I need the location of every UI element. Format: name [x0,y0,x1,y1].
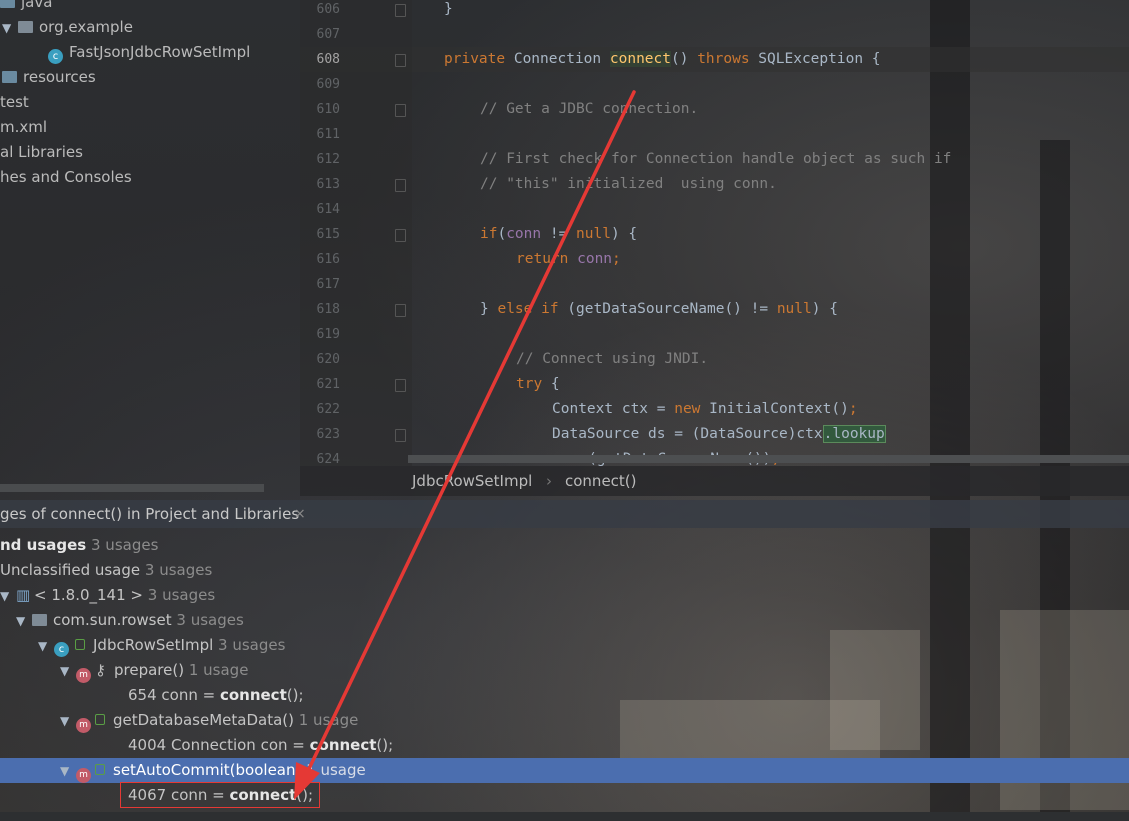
fold-marker-icon[interactable] [395,179,406,192]
class-icon: c [54,642,69,657]
line-number: 608 [316,52,340,67]
fold-marker-icon[interactable] [395,229,406,242]
line-number: 610 [316,102,340,117]
chevron-down-icon[interactable]: ▼ [60,659,76,684]
code-line-622: Context ctx = new InitialContext(); [552,401,858,417]
usage-line-654[interactable]: 654 conn = connect(); [128,683,304,708]
line-number: 606 [316,2,340,17]
code-line-612: // First check for Connection handle obj… [480,151,952,167]
unclassified-usage-row[interactable]: Unclassified usage 3 usages [0,558,212,583]
chevron-down-icon[interactable]: ▼ [60,759,76,784]
line-number: 619 [316,327,340,342]
code-line-621: try { [516,376,560,392]
selected-lookup: .lookup [822,425,886,443]
method-icon: m [76,668,91,683]
line-number: 620 [316,352,340,367]
fold-marker-icon[interactable] [395,429,406,442]
breadcrumb-method[interactable]: connect() [565,466,637,496]
line-number: 615 [316,227,340,242]
background-light [620,700,880,760]
line-number: 623 [316,427,340,442]
chevron-down-icon[interactable]: ▼ [38,634,54,659]
tree-scrollbar[interactable] [0,484,264,492]
folder-icon [2,71,17,83]
tree-item-class[interactable]: c FastJsonJdbcRowSetImpl [48,40,250,65]
class-row[interactable]: ▼ c JdbcRowSetImpl 3 usages [38,633,285,658]
line-number: 624 [316,452,340,467]
tree-item-java[interactable]: java [0,0,52,15]
class-icon: c [48,49,63,64]
fold-marker-icon[interactable] [395,54,406,67]
tree-item-scratches[interactable]: hes and Consoles [0,165,132,190]
tree-item-test[interactable]: test [0,90,29,115]
line-number: 616 [316,252,340,267]
line-number: 614 [316,202,340,217]
jdk-row[interactable]: ▼ ▥ < 1.8.0_141 > 3 usages [0,583,215,608]
breadcrumb-class[interactable]: JdbcRowSetImpl [412,466,532,496]
code-line-618: } else if (getDataSourceName() != null) … [480,301,838,317]
code-line-620: // Connect using JNDI. [516,351,709,367]
editor-horizontal-scrollbar[interactable] [408,455,1129,463]
code-line-606: } [444,1,453,17]
folder-icon [0,0,15,8]
found-usages-row[interactable]: nd usages 3 usages [0,533,158,558]
line-number: 617 [316,277,340,292]
method-row-getdatabasemetadata[interactable]: ▼ m getDatabaseMetaData() 1 usage [60,708,358,733]
package-row[interactable]: ▼ com.sun.rowset 3 usages [16,608,244,633]
line-number: 611 [316,127,340,142]
tree-item-pom[interactable]: m.xml [0,115,47,140]
method-name-connect: connect [609,51,671,67]
line-number: 612 [316,152,340,167]
fold-marker-icon[interactable] [395,104,406,117]
code-line-623: DataSource ds = (DataSource)ctx.lookup [552,425,886,443]
fold-marker-icon[interactable] [395,4,406,17]
lock-icon [75,639,85,650]
breadcrumb: JdbcRowSetImpl › connect() [300,466,1129,496]
code-line-616: return conn; [516,251,621,267]
find-usages-tab[interactable]: ges of connect() in Project and Librarie… [0,500,1129,528]
line-number: 622 [316,402,340,417]
key-icon: ⚷ [95,661,106,679]
tree-item-package[interactable]: ▼ org.example [2,15,133,40]
tree-item-external-libraries[interactable]: al Libraries [0,140,83,165]
lock-icon [95,714,105,725]
chevron-down-icon[interactable]: ▼ [2,16,18,41]
line-number: 613 [316,177,340,192]
find-usages-title: ges of connect() in Project and Librarie… [0,505,300,523]
bottom-toolbar [0,812,1129,821]
line-number: 621 [316,377,340,392]
code-line-613: // "this" initialized using conn. [480,176,777,192]
breadcrumb-separator-icon: › [546,472,552,490]
method-icon: m [76,718,91,733]
project-tree: java ▼ org.example c FastJsonJdbcRowSetImp… [0,0,300,500]
chevron-down-icon[interactable]: ▼ [0,584,16,609]
line-number: 618 [316,302,340,317]
chevron-down-icon[interactable]: ▼ [16,609,32,634]
package-icon [18,21,33,33]
usage-line-4004[interactable]: 4004 Connection con = connect(); [128,733,393,758]
line-number: 609 [316,77,340,92]
method-row-prepare[interactable]: ▼ m ⚷ prepare() 1 usage [60,658,248,683]
method-icon: m [76,768,91,783]
fold-marker-icon[interactable] [395,379,406,392]
line-number: 607 [316,27,340,42]
chevron-down-icon[interactable]: ▼ [60,709,76,734]
fold-marker-icon[interactable] [395,304,406,317]
lock-icon [95,764,105,775]
annotation-highlight-box [120,782,320,808]
code-line-615: if(conn != null) { [480,226,638,242]
tree-item-resources[interactable]: resources [2,65,96,90]
method-row-setautocommit[interactable]: ▼ m setAutoCommit(boolean) 1 usage [60,758,366,783]
code-editor[interactable]: } private Connection connect() throws SQ… [412,0,1129,467]
package-icon [32,614,47,626]
code-line-610: // Get a JDBC connection. [480,101,699,117]
close-icon[interactable]: × [294,500,306,528]
code-line-608: private Connection connect() throws SQLE… [444,51,881,67]
library-icon: ▥ [16,586,31,604]
